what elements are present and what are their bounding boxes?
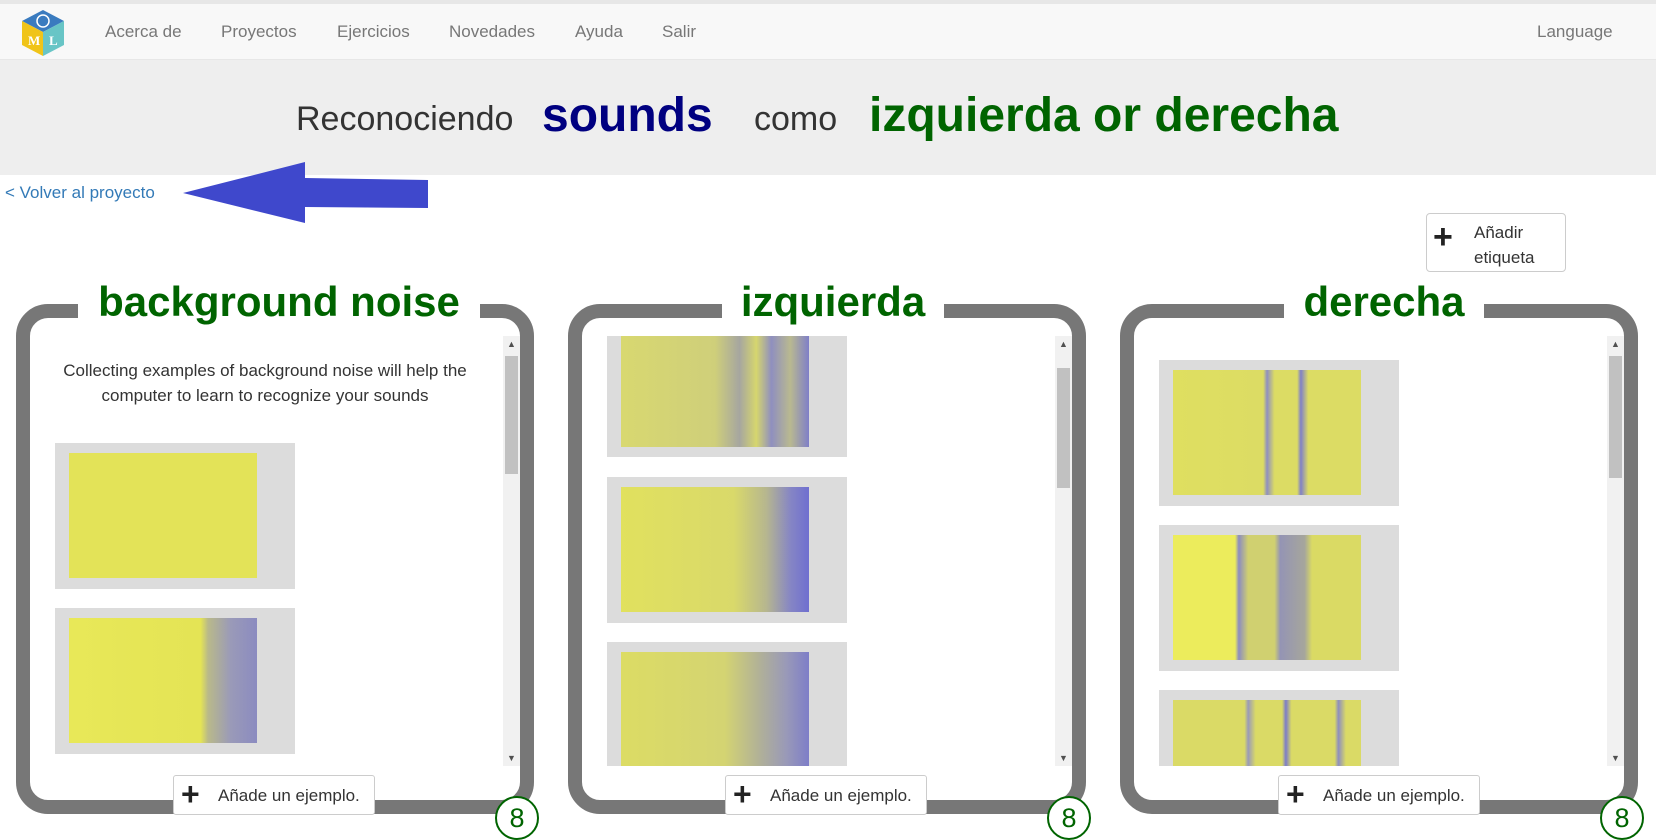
training-example[interactable] xyxy=(1159,690,1399,766)
spectrogram-image xyxy=(1173,700,1361,766)
plus-icon: + xyxy=(181,776,200,812)
bucket-background-noise: Collecting examples of background noise … xyxy=(16,304,534,814)
plus-icon: + xyxy=(733,776,752,812)
triangle-down-icon[interactable]: ▼ xyxy=(1607,750,1624,766)
triangle-down-icon[interactable]: ▼ xyxy=(1055,750,1072,766)
spectrogram-image xyxy=(69,618,257,743)
spectrogram-image xyxy=(621,336,809,447)
top-navbar: M L Acerca de Proyectos Ejercicios Noved… xyxy=(0,0,1656,60)
bucket-scrollbar[interactable]: ▲ ▼ xyxy=(1607,336,1624,766)
add-label-text: Añadir etiqueta xyxy=(1474,220,1554,270)
nav-about[interactable]: Acerca de xyxy=(105,22,182,42)
training-example[interactable] xyxy=(55,608,295,754)
example-count-badge: 8 xyxy=(1600,796,1644,840)
bucket-hint: Collecting examples of background noise … xyxy=(63,361,467,405)
training-example[interactable] xyxy=(607,642,847,766)
title-prefix: Reconociendo xyxy=(296,100,514,138)
add-example-button[interactable]: + Añade un ejemplo. xyxy=(173,775,375,815)
example-count-badge: 8 xyxy=(1047,796,1091,840)
svg-text:M: M xyxy=(28,33,40,48)
spectrogram-image xyxy=(621,487,809,612)
spectrogram-image xyxy=(69,453,257,578)
nav-help[interactable]: Ayuda xyxy=(575,22,623,42)
training-example[interactable] xyxy=(1159,360,1399,506)
spectrogram-image xyxy=(1173,535,1361,660)
nav-logout[interactable]: Salir xyxy=(662,22,696,42)
nav-news[interactable]: Novedades xyxy=(449,22,535,42)
bucket-derecha: ▲ ▼ xyxy=(1120,304,1638,814)
training-example[interactable] xyxy=(1159,525,1399,671)
bucket-title: background noise xyxy=(78,278,480,326)
ml-cube-logo[interactable]: M L xyxy=(20,8,66,58)
spectrogram-image xyxy=(621,652,809,766)
svg-text:L: L xyxy=(49,33,58,48)
plus-icon: + xyxy=(1286,776,1305,812)
add-example-label: Añade un ejemplo. xyxy=(1323,786,1465,805)
scroll-thumb[interactable] xyxy=(505,356,518,474)
training-example[interactable] xyxy=(607,477,847,623)
plus-icon: + xyxy=(1433,218,1453,256)
bucket-title: izquierda xyxy=(722,278,944,326)
triangle-up-icon[interactable]: ▲ xyxy=(1055,336,1072,352)
bucket-examples-list: Collecting examples of background noise … xyxy=(30,336,506,766)
triangle-up-icon[interactable]: ▲ xyxy=(1607,336,1624,352)
left-arrow-annotation xyxy=(183,162,428,223)
add-label-line1: Añadir xyxy=(1474,223,1524,242)
add-example-button[interactable]: + Añade un ejemplo. xyxy=(725,775,927,815)
triangle-up-icon[interactable]: ▲ xyxy=(503,336,520,352)
add-example-label: Añade un ejemplo. xyxy=(770,786,912,805)
training-example[interactable] xyxy=(607,336,847,457)
scroll-thumb[interactable] xyxy=(1609,356,1622,478)
add-example-button[interactable]: + Añade un ejemplo. xyxy=(1278,775,1480,815)
page-title-banner: Reconociendo sounds como izquierda or de… xyxy=(0,60,1656,175)
bucket-examples-list xyxy=(582,336,1058,766)
scroll-thumb[interactable] xyxy=(1057,368,1070,488)
add-label-button[interactable]: + Añadir etiqueta xyxy=(1426,213,1566,272)
nav-exercises[interactable]: Ejercicios xyxy=(337,22,410,42)
example-count-badge: 8 xyxy=(495,796,539,840)
title-labels: izquierda or derecha xyxy=(869,89,1339,142)
triangle-down-icon[interactable]: ▼ xyxy=(503,750,520,766)
bucket-title: derecha xyxy=(1284,278,1484,326)
bucket-examples-list xyxy=(1134,336,1610,766)
bucket-izquierda: ▲ ▼ xyxy=(568,304,1086,814)
title-type: sounds xyxy=(542,89,713,142)
bucket-scrollbar[interactable]: ▲ ▼ xyxy=(1055,336,1072,766)
spectrogram-image xyxy=(1173,370,1361,495)
add-label-line2: etiqueta xyxy=(1474,248,1535,267)
back-to-project-link[interactable]: < Volver al proyecto xyxy=(5,183,155,203)
training-example[interactable] xyxy=(55,443,295,589)
title-middle: como xyxy=(754,100,838,138)
nav-language[interactable]: Language xyxy=(1537,22,1613,42)
bucket-scrollbar[interactable]: ▲ ▼ xyxy=(503,336,520,766)
add-example-label: Añade un ejemplo. xyxy=(218,786,360,805)
nav-projects[interactable]: Proyectos xyxy=(221,22,297,42)
